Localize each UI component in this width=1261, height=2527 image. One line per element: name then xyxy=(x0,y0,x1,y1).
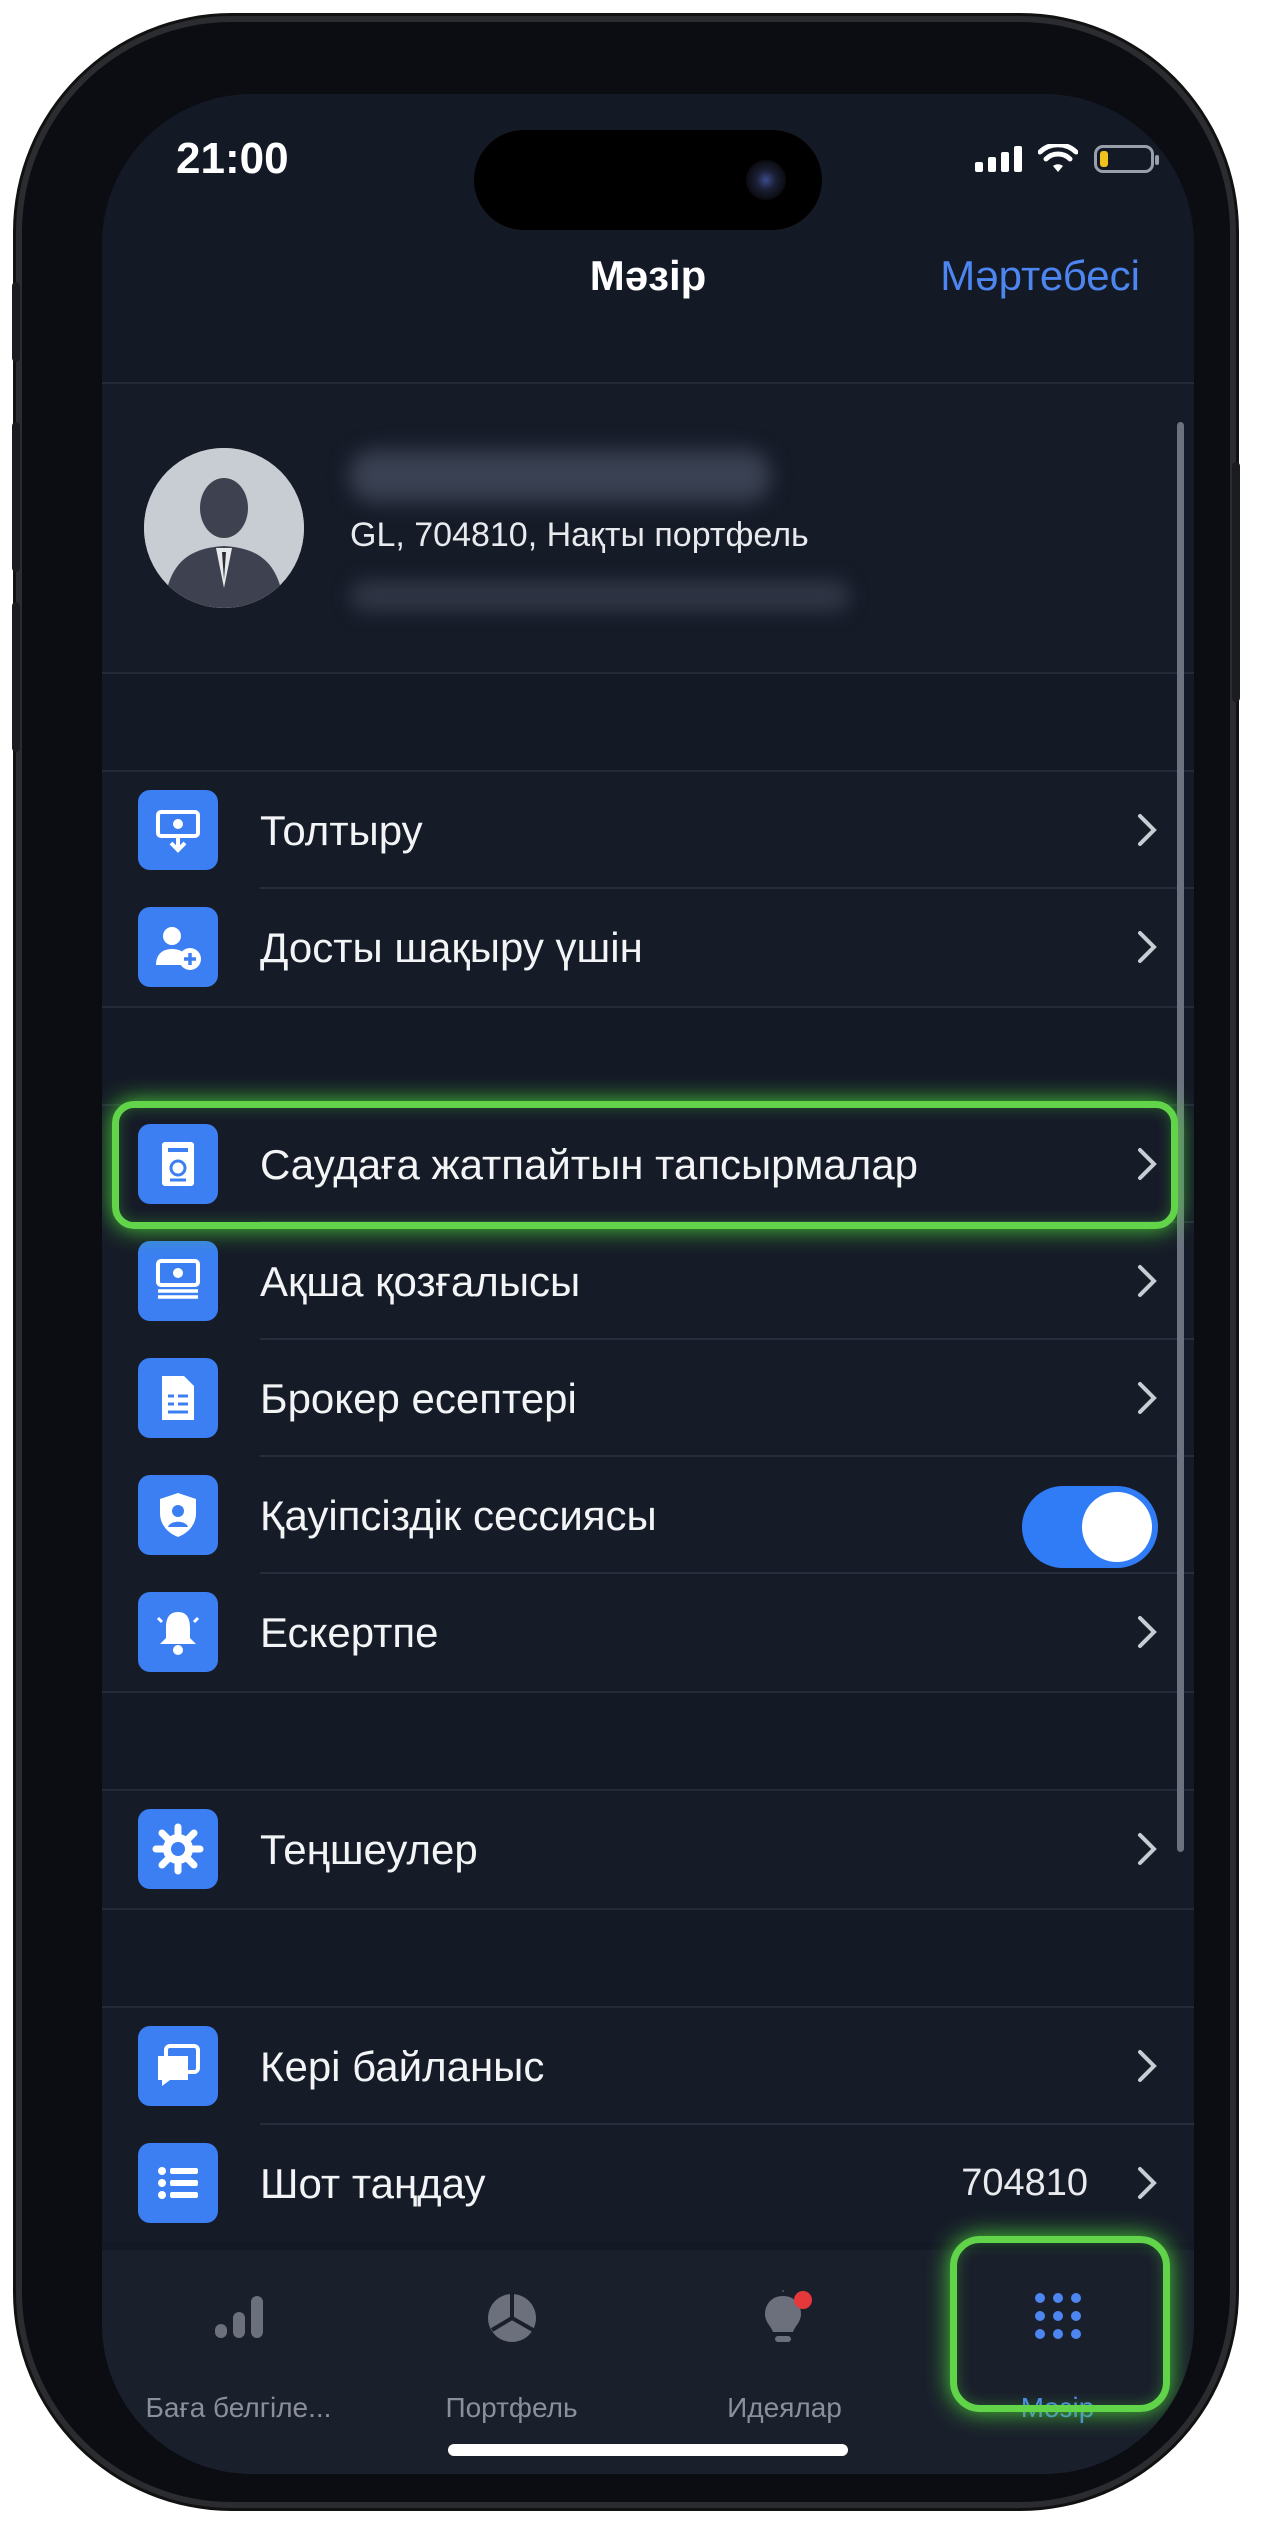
avatar xyxy=(144,448,304,608)
chevron-right-icon xyxy=(1138,1833,1157,1865)
chevron-right-icon xyxy=(1138,814,1157,846)
user-silhouette-icon xyxy=(144,448,304,608)
account-info: GL, 704810, Нақты портфель xyxy=(350,516,809,554)
tab-label: Идеялар xyxy=(727,2392,842,2423)
tab-label: Мәзір xyxy=(1020,2392,1095,2423)
menu-row-deposit[interactable]: Толтыру xyxy=(102,772,1194,889)
chevron-right-icon xyxy=(1138,2050,1157,2082)
menu-label: Қауіпсіздік сессиясы xyxy=(260,1492,657,1539)
volume-down-button xyxy=(12,602,20,752)
home-indicator xyxy=(448,2444,848,2456)
profile-card[interactable]: GL, 704810, Нақты портфель xyxy=(102,384,1194,672)
bell-icon xyxy=(138,1592,218,1672)
volume-up-button xyxy=(12,422,20,572)
menu-label: Кері байланыс xyxy=(260,2043,545,2090)
group-divider xyxy=(102,1908,1194,1910)
chevron-right-icon xyxy=(1138,1616,1157,1648)
menu-group-operations: Саудаға жатпайтын тапсырмалар Ақша қозға… xyxy=(102,1106,1194,1691)
deposit-icon xyxy=(138,790,218,870)
group-divider xyxy=(102,1006,1194,1008)
non-trade-orders-icon xyxy=(138,1124,218,1204)
menu-group-settings: Теңшеулер xyxy=(102,1791,1194,1908)
money-movement-icon xyxy=(138,1241,218,1321)
menu-row-non-trade-orders[interactable]: Саудаға жатпайтын тапсырмалар xyxy=(102,1106,1194,1223)
menu-label: Брокер есептері xyxy=(260,1375,577,1422)
pie-chart-icon xyxy=(487,2294,536,2342)
feedback-icon xyxy=(138,2026,218,2106)
profile-divider xyxy=(102,672,1194,674)
menu-label: Толтыру xyxy=(260,807,423,854)
menu-label: Шот таңдау xyxy=(260,2160,486,2207)
tab-bar: Баға белгіле... Портфель Идеялар Мәзір xyxy=(102,2250,1194,2474)
selected-account-value: 704810 xyxy=(961,2162,1088,2204)
security-session-toggle[interactable] xyxy=(1022,1486,1158,1568)
gear-icon xyxy=(138,1809,218,1889)
status-icons xyxy=(975,144,1159,174)
power-button xyxy=(1232,462,1240,702)
menu-group-other: Кері байланыс Шот таңдау 704810 xyxy=(102,2008,1194,2242)
cellular-signal-icon xyxy=(975,146,1022,172)
menu-row-broker-reports[interactable]: Брокер есептері xyxy=(102,1340,1194,1457)
dynamic-island xyxy=(474,130,822,230)
menu-row-security-session: Қауіпсіздік сессиясы xyxy=(102,1457,1194,1574)
menu-label: Досты шақыру үшін xyxy=(260,924,643,971)
bar-chart-icon xyxy=(214,2296,263,2338)
list-icon xyxy=(138,2143,218,2223)
chevron-right-icon xyxy=(1138,1382,1157,1414)
chevron-right-icon xyxy=(1138,931,1157,963)
group-divider xyxy=(102,1691,1194,1693)
grid-menu-icon xyxy=(1034,2293,1081,2339)
menu-label: Теңшеулер xyxy=(260,1826,478,1873)
phone-frame: 21:00 Мәзір Мәртебесі GL, 704810, Нақты … xyxy=(12,22,1240,2502)
chevron-right-icon xyxy=(1138,1265,1157,1297)
menu-row-settings[interactable]: Теңшеулер xyxy=(102,1791,1194,1908)
wifi-icon xyxy=(1038,144,1078,172)
lightbulb-icon xyxy=(764,2290,812,2342)
app-screen: 21:00 Мәзір Мәртебесі GL, 704810, Нақты … xyxy=(102,94,1194,2474)
battery-icon xyxy=(1094,145,1159,173)
menu-row-select-account[interactable]: Шот таңдау 704810 xyxy=(102,2125,1194,2242)
menu-label: Ақша қозғалысы xyxy=(260,1258,581,1305)
menu-label: Саудаға жатпайтын тапсырмалар xyxy=(260,1141,918,1188)
menu-row-feedback[interactable]: Кері байланыс xyxy=(102,2008,1194,2125)
menu-row-money-movement[interactable]: Ақша қозғалысы xyxy=(102,1223,1194,1340)
status-button[interactable]: Мәртебесі xyxy=(940,252,1140,300)
menu-row-invite-friend[interactable]: Досты шақыру үшін xyxy=(102,889,1194,1006)
menu-row-notifications[interactable]: Ескертпе xyxy=(102,1574,1194,1691)
invite-friend-icon xyxy=(138,907,218,987)
profile-email-blurred xyxy=(350,580,850,612)
tab-label: Портфель xyxy=(445,2392,578,2423)
front-camera-icon xyxy=(746,160,786,200)
status-time: 21:00 xyxy=(176,134,289,183)
scrollbar[interactable] xyxy=(1177,422,1184,1852)
chevron-right-icon xyxy=(1138,1148,1157,1180)
menu-group-funding: Толтыру Досты шақыру үшін xyxy=(102,772,1194,1006)
broker-reports-icon xyxy=(138,1358,218,1438)
security-shield-icon xyxy=(138,1475,218,1555)
menu-label: Ескертпе xyxy=(260,1609,439,1656)
profile-name-blurred xyxy=(350,450,770,502)
tab-label: Баға белгіле... xyxy=(145,2392,332,2423)
chevron-right-icon xyxy=(1138,2167,1157,2199)
action-button xyxy=(12,282,20,362)
